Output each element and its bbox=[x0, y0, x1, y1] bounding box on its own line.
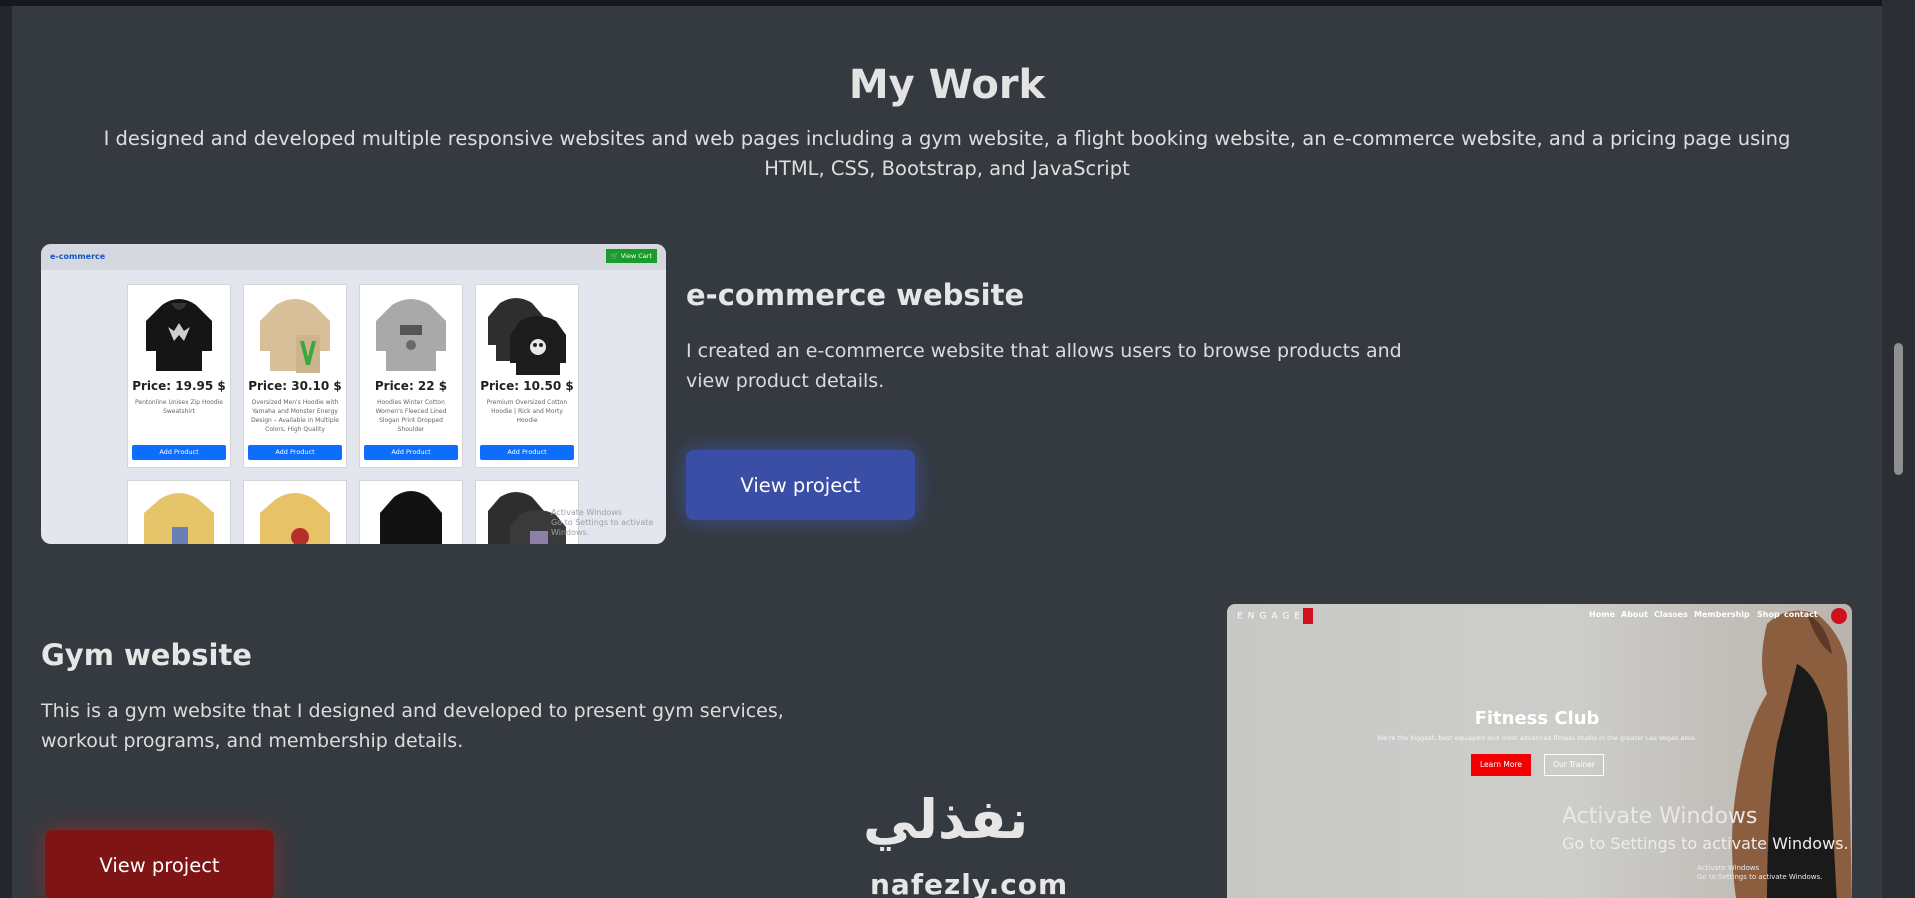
hoodie-image bbox=[376, 299, 446, 371]
preview-activation-watermark: Activate Windows Go to Settings to activ… bbox=[1697, 864, 1823, 881]
scrollbar-thumb[interactable] bbox=[1894, 343, 1903, 475]
gym-nav-item: Membership bbox=[1694, 610, 1750, 619]
gym-nav-icon bbox=[1831, 608, 1847, 624]
gym-logo: ENGAGE bbox=[1237, 608, 1314, 624]
project-title-ecommerce: e-commerce website bbox=[686, 278, 1025, 312]
product-price: Price: 19.95 $ bbox=[132, 379, 226, 393]
project-description-ecommerce: I created an e-commerce website that all… bbox=[686, 340, 1402, 392]
hoodie-image bbox=[146, 299, 212, 371]
product-card bbox=[243, 480, 347, 544]
scrollbar[interactable] bbox=[1882, 0, 1915, 898]
section-intro: I designed and developed multiple respon… bbox=[103, 127, 1791, 180]
nafezly-watermark: نفذلي nafezly.com bbox=[855, 788, 1085, 898]
preview-cart-button: 🛒 View Cart bbox=[605, 249, 657, 263]
watermark-arabic: نفذلي bbox=[863, 788, 1029, 851]
add-product-button: Add Product bbox=[132, 445, 226, 460]
preview-activation-watermark: Activate Windows Go to Settings to activ… bbox=[551, 508, 654, 537]
gym-nav-item: Shop bbox=[1757, 610, 1780, 619]
product-card bbox=[127, 480, 231, 544]
product-card: Price: 30.10 $ Oversized Men's Hoodie wi… bbox=[243, 284, 347, 468]
hoodie-image bbox=[260, 493, 330, 544]
add-product-button: Add Product bbox=[248, 445, 342, 460]
product-description: Hoodies Winter Cotton Women's Fleeced Li… bbox=[375, 399, 447, 433]
gym-hero-heading: Fitness Club bbox=[1474, 708, 1600, 729]
hoodie-image bbox=[144, 493, 214, 544]
view-project-gym-button[interactable]: View project bbox=[45, 830, 274, 898]
project-description-gym: This is a gym website that I designed an… bbox=[41, 700, 784, 752]
gym-learn-more-button: Learn More bbox=[1471, 754, 1531, 776]
gym-nav-item: Home bbox=[1589, 610, 1615, 619]
activate-windows-title: Activate Windows bbox=[1562, 804, 1758, 829]
add-product-button: Add Product bbox=[364, 445, 458, 460]
gym-nav-item: About bbox=[1621, 610, 1648, 619]
hoodie-image bbox=[260, 299, 330, 373]
product-description: Oversized Men's Hoodie with Yamaha and M… bbox=[251, 399, 339, 433]
product-price: Price: 10.50 $ bbox=[480, 379, 574, 393]
product-description: Premium Oversized Cotton Hoodie | Rick a… bbox=[486, 399, 568, 424]
product-price: Price: 22 $ bbox=[374, 379, 448, 393]
gym-nav-item: contact bbox=[1784, 610, 1818, 619]
watermark-latin: nafezly.com bbox=[870, 868, 1069, 898]
gym-nav-item: Classes bbox=[1654, 610, 1688, 619]
preview-navbar: e-commerce 🛒 View Cart bbox=[41, 244, 666, 270]
hoodie-image bbox=[380, 491, 442, 544]
product-card: Price: 19.95 $ Pentonline Unisex Zip Hoo… bbox=[127, 284, 231, 468]
activate-windows-subtitle: Go to Settings to activate Windows. bbox=[1562, 834, 1849, 853]
ecommerce-preview-image: e-commerce 🛒 View Cart Price: 19.95 $ Pe… bbox=[41, 244, 666, 544]
product-card: Price: 22 $ Hoodies Winter Cotton Women'… bbox=[359, 284, 463, 468]
portfolio-section: My Work I designed and developed multipl… bbox=[12, 6, 1882, 898]
athlete-image bbox=[1732, 610, 1852, 898]
view-project-ecommerce-button[interactable]: View project bbox=[686, 450, 915, 520]
preview-logo: e-commerce bbox=[50, 252, 106, 261]
project-title-gym: Gym website bbox=[41, 638, 252, 672]
gym-our-trainer-button: Our Trainer bbox=[1544, 754, 1604, 776]
gym-preview-image: ENGAGE Home About Classes Membership Sho… bbox=[1227, 604, 1852, 898]
gym-hero-subheading: We're the biggest, best equipped and mos… bbox=[1377, 734, 1697, 742]
add-product-button: Add Product bbox=[480, 445, 574, 460]
section-title: My Work bbox=[848, 62, 1046, 108]
product-description: Pentonline Unisex Zip Hoodie Sweatshirt bbox=[134, 399, 223, 415]
product-card bbox=[359, 480, 463, 544]
product-card: Price: 10.50 $ Premium Oversized Cotton … bbox=[475, 284, 579, 468]
hoodie-image bbox=[488, 298, 566, 375]
product-price: Price: 30.10 $ bbox=[248, 379, 342, 393]
